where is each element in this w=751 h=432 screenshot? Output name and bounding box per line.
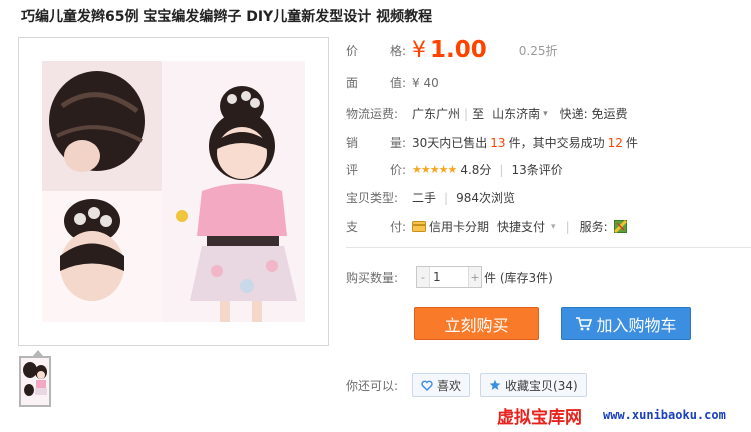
chevron-down-icon[interactable]: ▾ (551, 222, 556, 232)
favorite-label: 收藏宝贝(34) (505, 378, 578, 393)
product-title: 巧编儿童发辫65例 宝宝编发编辫子 DIY儿童新发型设计 视频教程 (21, 9, 433, 25)
item-type-row: 宝贝类型: 二手 | 984次浏览 (346, 190, 515, 206)
shipping-destination-select[interactable]: 山东济南 (492, 105, 540, 122)
watermark-url: www.xunibaoku.com (603, 408, 726, 422)
shipping-row: 物流运费: 广东广州 | 至 山东济南 ▾ 快递: 免运费 (346, 105, 628, 122)
item-condition: 二手 (412, 191, 437, 205)
price-label: 价格: (346, 43, 406, 58)
favorite-button[interactable]: 收藏宝贝(34) (480, 373, 587, 397)
face-value-row: 面值: ¥ 40 (346, 74, 439, 91)
service-label: 服务: (579, 220, 608, 234)
chevron-down-icon[interactable]: ▾ (543, 109, 548, 119)
discount-text: 0.25折 (518, 43, 558, 58)
price-row: 价格: ¥ 1.00 0.25折 (346, 37, 557, 63)
watermark-text: 虚拟宝库网 (497, 408, 582, 428)
view-count: 984次浏览 (456, 191, 515, 205)
stock-info: 件 (库存3件) (484, 270, 553, 285)
rating-score: 4.8分 (460, 163, 492, 177)
product-photo (42, 61, 305, 322)
add-to-cart-label: 加入购物车 (596, 315, 677, 335)
quantity-label: 购买数量: (346, 270, 399, 285)
face-value: ¥ 40 (412, 75, 439, 90)
quick-pay[interactable]: 快捷支付 (497, 218, 545, 235)
rating-label: 评价: (346, 163, 406, 177)
sales-row: 销量: 30天内已售出 13 件，其中交易成功 12 件 (346, 134, 638, 151)
credit-card-icon (412, 221, 426, 232)
main-product-image[interactable] (18, 37, 329, 346)
sales-label: 销量: (346, 136, 406, 150)
sales-prefix: 30天内已售出 (412, 136, 488, 150)
payment-row: 支付: 信用卡分期 快捷支付 ▾ | 服务: (346, 218, 627, 235)
shipping-from: 广东广州 (412, 107, 461, 121)
quantity-input[interactable]: 1 (429, 267, 469, 287)
credit-card-installment[interactable]: 信用卡分期 (429, 218, 489, 235)
sales-unit1: 件，其中交易成功 (508, 136, 605, 150)
shipping-to-prefix: 至 (472, 107, 485, 121)
social-label: 你还可以: (346, 378, 399, 393)
thumbnail-image[interactable] (19, 356, 51, 407)
like-button[interactable]: 喜欢 (412, 373, 471, 397)
star-icon (489, 379, 501, 390)
quantity-stepper[interactable]: - 1 + (416, 266, 482, 288)
success-count: 12 (607, 135, 623, 150)
sales-unit2: 件 (625, 136, 638, 150)
price-value: 1.00 (430, 37, 487, 63)
like-label: 喜欢 (437, 378, 462, 393)
add-to-cart-button[interactable]: 加入购物车 (561, 307, 691, 340)
cart-icon (576, 317, 593, 331)
quantity-row: 购买数量: - 1 + 件 (库存3件) (346, 266, 553, 288)
heart-icon (421, 380, 433, 391)
shipping-label: 物流运费: (346, 107, 399, 121)
currency-symbol: ¥ (412, 37, 426, 63)
shipping-fee: 快递: 免运费 (559, 107, 628, 121)
service-badge-icon[interactable] (613, 220, 627, 233)
item-type-label: 宝贝类型: (346, 191, 399, 205)
star-rating-icon: ★★★★★ (412, 163, 457, 176)
decrease-quantity-button[interactable]: - (417, 267, 429, 287)
social-row: 你还可以: 喜欢 收藏宝贝(34) (346, 373, 587, 397)
buy-now-button[interactable]: 立刻购买 (414, 307, 539, 340)
face-value-label: 面值: (346, 76, 406, 90)
sold-count: 13 (490, 135, 506, 150)
rating-row: 评价: ★★★★★ 4.8分 | 13条评价 (346, 161, 563, 178)
review-count-link[interactable]: 13条评价 (511, 161, 562, 178)
section-divider (346, 247, 751, 248)
payment-label: 支付: (346, 220, 406, 234)
increase-quantity-button[interactable]: + (469, 267, 481, 287)
